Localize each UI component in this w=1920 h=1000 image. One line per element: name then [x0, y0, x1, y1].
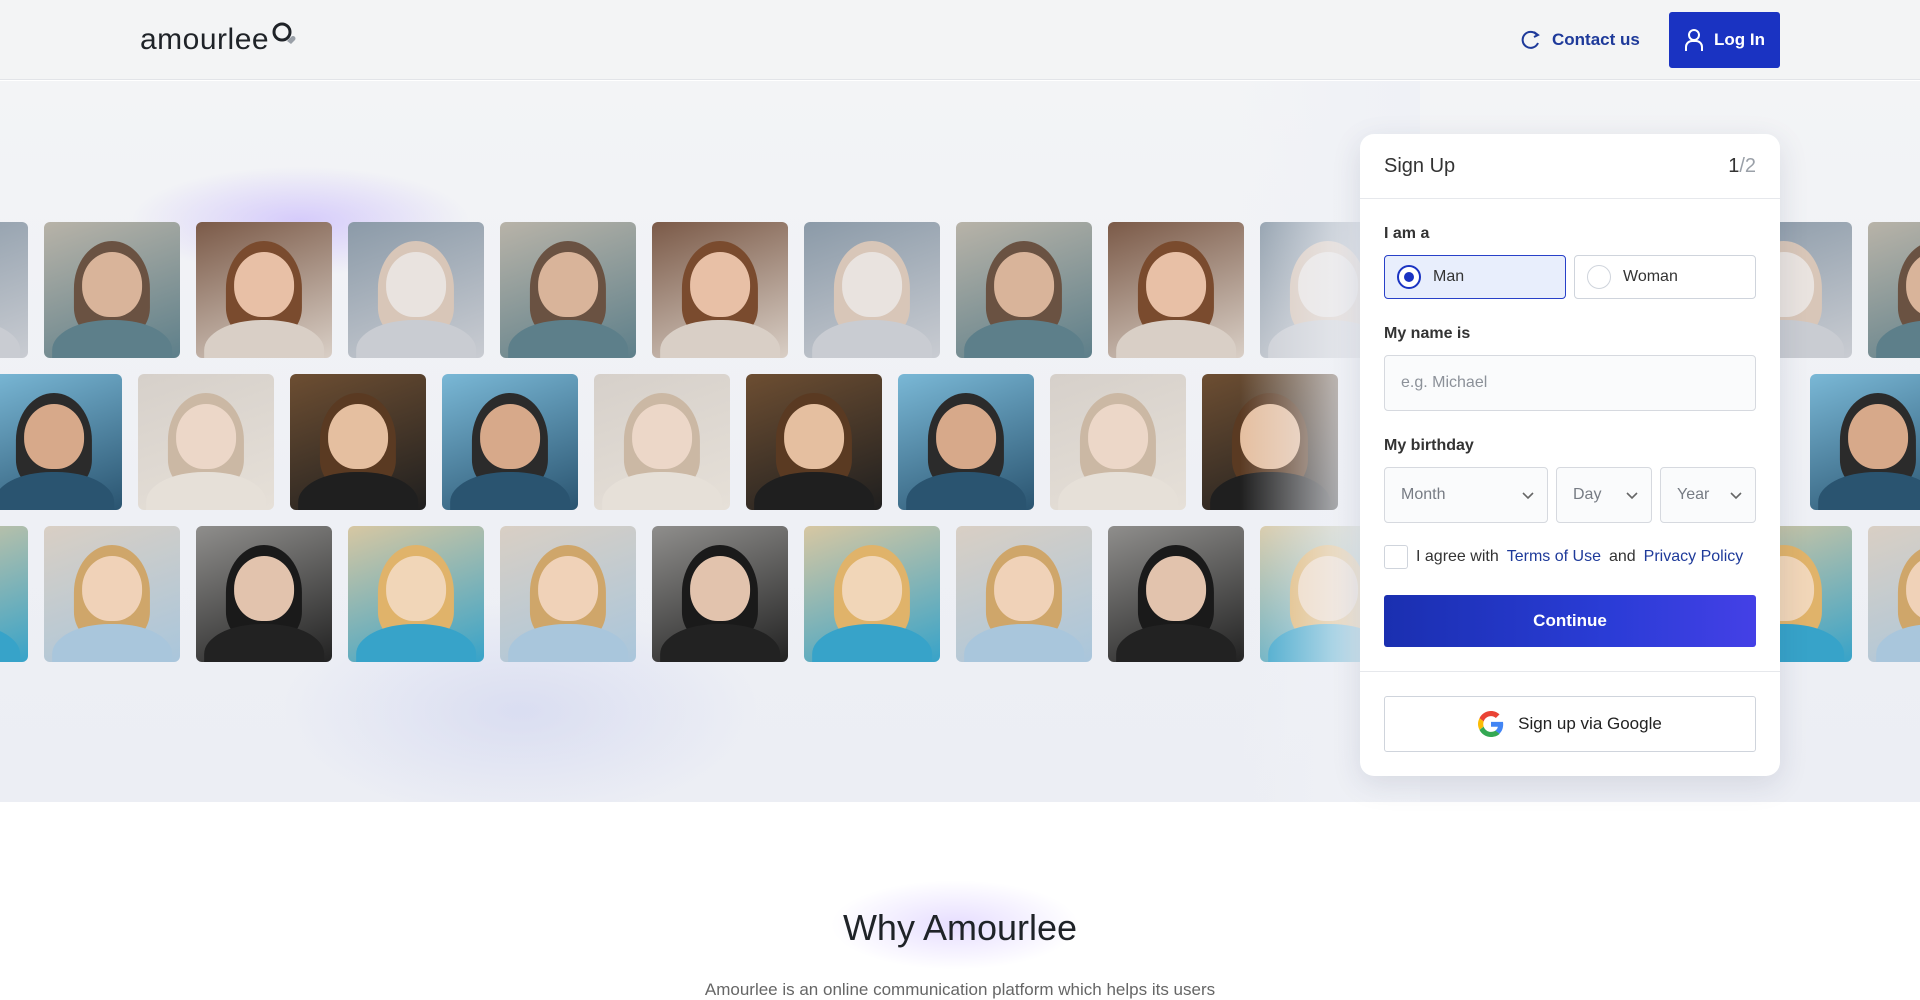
profile-photo — [500, 222, 636, 358]
chevron-down-icon — [1730, 492, 1742, 500]
step-total: /2 — [1739, 154, 1756, 177]
profile-photo — [956, 526, 1092, 662]
chevron-down-icon — [1626, 492, 1638, 500]
google-icon — [1478, 711, 1504, 737]
profile-photo — [594, 374, 730, 510]
name-label: My name is — [1384, 325, 1471, 342]
privacy-policy-link[interactable]: Privacy Policy — [1644, 548, 1744, 566]
profile-photo — [804, 222, 940, 358]
step-indicator: 1/2 — [1728, 155, 1756, 178]
gender-option-woman-label: Woman — [1623, 268, 1678, 285]
profile-photo — [0, 526, 28, 662]
radio-icon — [1587, 265, 1611, 289]
login-button[interactable]: Log In — [1669, 12, 1780, 68]
profile-photo — [1868, 222, 1920, 358]
step-current: 1 — [1728, 154, 1740, 177]
profile-photo — [500, 526, 636, 662]
refresh-chat-icon — [1521, 30, 1540, 49]
terms-agreement: I agree with Terms of Use and Privacy Po… — [1384, 545, 1743, 569]
month-select-value: Month — [1401, 486, 1446, 503]
continue-button[interactable]: Continue — [1384, 595, 1756, 647]
profile-photo — [44, 222, 180, 358]
why-description: Amourlee is an online communication plat… — [704, 980, 1216, 999]
profile-photo — [1108, 222, 1244, 358]
profile-photo — [0, 374, 122, 510]
why-title: Why Amourlee — [842, 907, 1078, 948]
signup-title: Sign Up — [1384, 154, 1456, 177]
month-select[interactable]: Month — [1384, 467, 1548, 523]
year-select[interactable]: Year — [1660, 467, 1756, 523]
contact-us-link[interactable]: Contact us — [1520, 26, 1640, 54]
profile-photo — [1868, 526, 1920, 662]
gender-label: I am a — [1384, 225, 1430, 242]
profile-photo — [652, 526, 788, 662]
profile-photo — [442, 374, 578, 510]
year-select-value: Year — [1677, 486, 1710, 503]
profile-photo — [652, 222, 788, 358]
profile-photo — [956, 222, 1092, 358]
logo[interactable]: amourlee — [140, 22, 297, 58]
user-icon — [1685, 29, 1703, 51]
gender-option-man-label: Man — [1433, 268, 1465, 285]
terms-of-use-link[interactable]: Terms of Use — [1507, 548, 1601, 566]
login-label: Log In — [1714, 30, 1765, 49]
profile-photo — [898, 374, 1034, 510]
profile-photo — [196, 526, 332, 662]
profile-photo — [138, 374, 274, 510]
name-input[interactable] — [1384, 355, 1756, 411]
contact-us-label: Contact us — [1552, 30, 1640, 49]
birthday-label: My birthday — [1384, 437, 1474, 454]
radio-icon — [1397, 265, 1421, 289]
signup-card-header: Sign Up 1/2 — [1360, 134, 1780, 199]
profile-photo — [746, 374, 882, 510]
logo-heart-icon — [272, 22, 296, 44]
card-divider — [1360, 671, 1780, 672]
profile-photo — [0, 222, 28, 358]
logo-text: amourlee — [140, 23, 270, 56]
profile-photo — [1108, 526, 1244, 662]
day-select-value: Day — [1573, 486, 1602, 503]
gender-option-man[interactable]: Man — [1384, 255, 1566, 299]
profile-photo — [804, 526, 940, 662]
agree-and: and — [1608, 548, 1636, 565]
terms-checkbox[interactable] — [1384, 545, 1408, 569]
google-signup-label: Sign up via Google — [1518, 714, 1662, 733]
profile-photo — [196, 222, 332, 358]
gender-option-woman[interactable]: Woman — [1574, 255, 1756, 299]
day-select[interactable]: Day — [1556, 467, 1652, 523]
google-signup-button[interactable]: Sign up via Google — [1384, 696, 1756, 752]
chevron-down-icon — [1522, 492, 1534, 500]
profile-photo — [44, 526, 180, 662]
profile-photo — [1810, 374, 1920, 510]
profile-photo — [348, 526, 484, 662]
profile-photo — [348, 222, 484, 358]
profile-photo — [290, 374, 426, 510]
site-header: amourlee Contact us Log In — [0, 0, 1920, 80]
profile-photo — [1050, 374, 1186, 510]
agree-prefix: I agree with — [1416, 548, 1499, 565]
signup-card: Sign Up 1/2 I am a Man Woman My name is … — [1360, 134, 1780, 776]
